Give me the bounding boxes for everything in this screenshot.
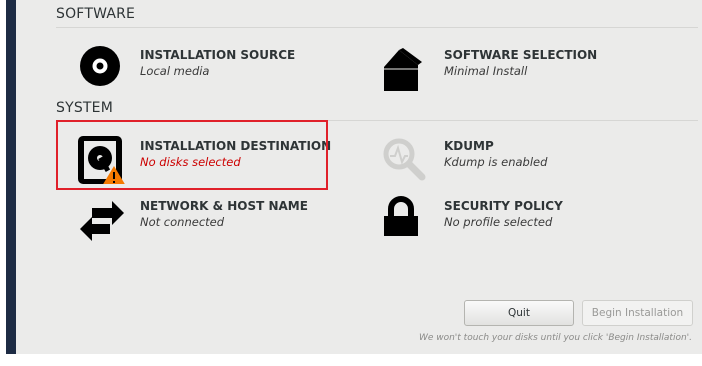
sidebar-edge bbox=[6, 0, 16, 354]
spoke-title: SOFTWARE SELECTION bbox=[444, 48, 598, 62]
network-arrows-icon bbox=[80, 201, 124, 241]
installation-summary-window: SOFTWARE INSTALLATION SOURCE Local media… bbox=[0, 0, 702, 366]
spoke-title: INSTALLATION SOURCE bbox=[140, 48, 296, 62]
section-title-software: SOFTWARE bbox=[56, 6, 136, 22]
spoke-status: Local media bbox=[140, 64, 210, 78]
spoke-status: Kdump is enabled bbox=[444, 155, 548, 169]
begin-installation-button[interactable]: Begin Installation bbox=[582, 300, 693, 326]
spoke-kdump[interactable]: KDUMP Kdump is enabled bbox=[382, 136, 642, 181]
spoke-software-selection[interactable]: SOFTWARE SELECTION Minimal Install bbox=[382, 45, 642, 91]
magnifier-icon bbox=[383, 138, 426, 181]
install-hint-text: We won't touch your disks until you clic… bbox=[418, 333, 692, 343]
quit-button[interactable]: Quit bbox=[464, 300, 574, 326]
spoke-security-policy[interactable]: SECURITY POLICY No profile selected bbox=[382, 196, 642, 240]
spoke-status: Not connected bbox=[140, 215, 225, 229]
spoke-status: No profile selected bbox=[444, 215, 553, 229]
section-divider bbox=[56, 27, 698, 28]
section-title-system: SYSTEM bbox=[56, 100, 114, 116]
spoke-title: KDUMP bbox=[444, 139, 494, 153]
disc-icon bbox=[80, 46, 120, 86]
package-icon bbox=[384, 48, 422, 91]
padlock-icon bbox=[384, 196, 418, 236]
spoke-installation-source[interactable]: INSTALLATION SOURCE Local media bbox=[78, 45, 338, 89]
spoke-title: SECURITY POLICY bbox=[444, 199, 563, 213]
spoke-network-host-name[interactable]: NETWORK & HOST NAME Not connected bbox=[78, 196, 338, 241]
spoke-status: Minimal Install bbox=[444, 64, 528, 78]
destination-highlight-box bbox=[56, 120, 328, 190]
spoke-title: NETWORK & HOST NAME bbox=[140, 199, 308, 213]
